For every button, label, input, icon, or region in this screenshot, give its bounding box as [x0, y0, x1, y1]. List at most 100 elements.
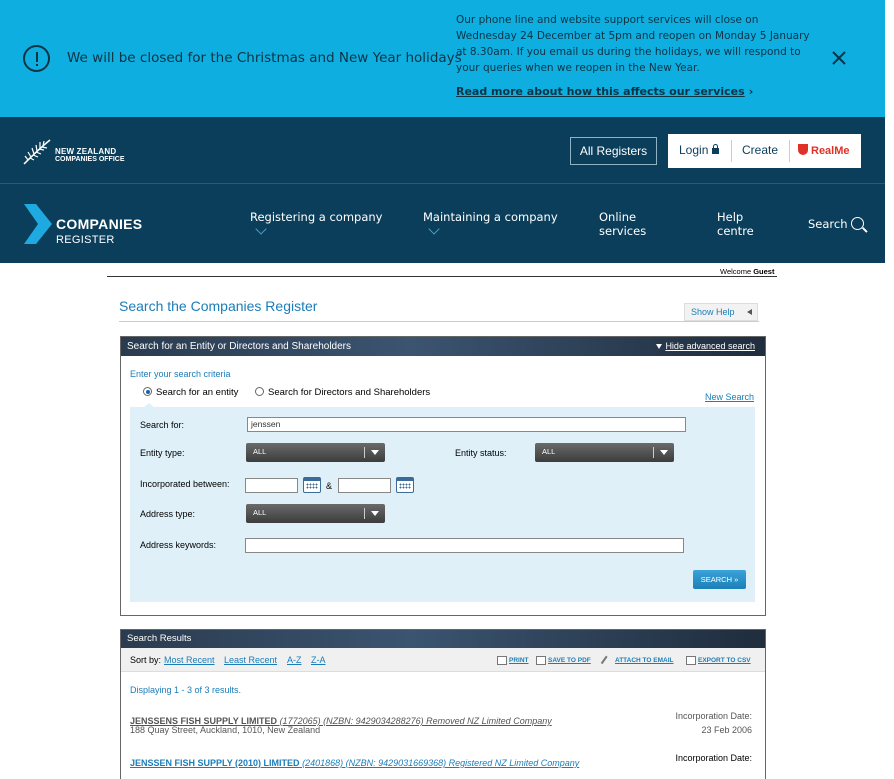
show-help-label: Show Help	[691, 307, 735, 317]
incorporated-to-input[interactable]	[338, 478, 391, 493]
address-type-value: ALL	[253, 508, 267, 517]
new-search-link[interactable]: New Search	[705, 392, 754, 402]
welcome-prefix: Welcome	[720, 267, 752, 276]
save-to-pdf-link[interactable]: SAVE TO PDF	[548, 657, 591, 664]
divider	[789, 140, 790, 162]
dropdown-arrow-icon	[371, 511, 379, 516]
fern-icon	[23, 139, 51, 165]
radio-search-entity[interactable]: Search for an entity	[143, 387, 238, 398]
alert-icon	[23, 45, 50, 72]
divider	[119, 321, 759, 322]
radio-directors-label: Search for Directors and Shareholders	[268, 387, 431, 398]
incorporated-from-input[interactable]	[245, 478, 298, 493]
all-registers-button[interactable]: All Registers	[570, 137, 657, 165]
search-icon[interactable]	[851, 217, 864, 230]
search-for-input[interactable]: jenssen	[247, 417, 686, 432]
divider	[364, 447, 365, 458]
logo-line-2: COMPANIES OFFICE	[55, 156, 125, 163]
entity-status-value: ALL	[542, 447, 556, 456]
banner-headline: We will be closed for the Christmas and …	[67, 50, 462, 66]
address-keywords-label: Address keywords:	[140, 540, 217, 550]
address-type-label: Address type:	[140, 509, 196, 519]
radio-button[interactable]	[255, 387, 265, 396]
nav-online-services[interactable]: Online services	[599, 210, 659, 238]
realme-label: RealMe	[811, 145, 850, 157]
search-panel-title: Search for an Entity or Directors and Sh…	[127, 341, 351, 352]
welcome-user: Guest	[753, 267, 775, 276]
logo-line-1: NEW ZEALAND	[55, 147, 117, 156]
result-row[interactable]: JENSSENS FISH SUPPLY LIMITED (1772065) (…	[130, 711, 755, 735]
result-name-link[interactable]: JENSSEN FISH SUPPLY (2010) LIMITED (2401…	[130, 758, 579, 768]
companies-register-logo[interactable]: COMPANIES REGISTER	[24, 204, 142, 249]
calendar-icon[interactable]	[303, 477, 321, 493]
print-link[interactable]: PRINT	[509, 657, 529, 664]
divider	[364, 508, 365, 519]
nav-registering-a-company[interactable]: Registering a company	[250, 210, 383, 224]
holiday-banner: We will be closed for the Christmas and …	[0, 0, 885, 117]
entity-type-label: Entity type:	[140, 448, 185, 458]
print-icon	[497, 656, 507, 665]
nav-help-centre[interactable]: Help centre	[717, 210, 762, 238]
read-more-text: Read more about how this affects our ser…	[456, 85, 745, 98]
hide-advanced-label: Hide advanced search	[665, 341, 755, 351]
incorporated-between-label: Incorporated between:	[140, 479, 230, 489]
read-more-link[interactable]: Read more about how this affects our ser…	[456, 85, 753, 98]
logo-title: COMPANIES	[56, 216, 143, 232]
entity-status-select[interactable]: ALL	[535, 443, 674, 462]
incorporation-date-label: Incorporation Date:	[675, 711, 752, 721]
sort-by-label: Sort by:	[130, 655, 162, 665]
create-button[interactable]: Create	[742, 143, 778, 157]
divider	[653, 447, 654, 458]
nav-maintaining-a-company[interactable]: Maintaining a company	[423, 210, 558, 224]
pdf-icon	[536, 656, 546, 665]
search-button[interactable]: SEARCH »	[693, 570, 746, 589]
dropdown-arrow-icon	[660, 450, 668, 455]
realme-logo[interactable]: RealMe	[798, 144, 850, 157]
realme-shield-icon	[798, 144, 808, 155]
company-details: (2401868) (NZBN: 9429031669368) Register…	[302, 758, 580, 768]
search-for-label: Search for:	[140, 420, 185, 430]
search-type-radios: Search for an entity Search for Director…	[143, 387, 430, 398]
address-type-select[interactable]: ALL	[246, 504, 385, 523]
search-results: Search Results Sort by: Most Recent Leas…	[120, 629, 766, 779]
hide-advanced-search-link[interactable]: Hide advanced search	[656, 337, 755, 356]
chevron-down-icon	[255, 223, 267, 235]
address-keywords-input[interactable]	[245, 538, 684, 553]
welcome-text: Welcome Guest	[720, 267, 774, 276]
criteria-heading: Enter your search criteria	[130, 369, 231, 379]
close-icon[interactable]	[829, 48, 849, 68]
sort-least-recent[interactable]: Least Recent	[224, 655, 277, 665]
login-box: Login Create RealMe	[668, 134, 861, 168]
entity-type-select[interactable]: ALL	[246, 443, 385, 462]
company-address: 188 Quay Street, Auckland, 1010, New Zea…	[130, 725, 321, 735]
show-help-button[interactable]: Show Help	[684, 303, 758, 321]
attach-to-email-link[interactable]: ATTACH TO EMAIL	[615, 657, 674, 664]
nav-search[interactable]: Search	[808, 217, 848, 231]
sort-bar: Sort by: Most Recent Least Recent A-Z Z-…	[121, 648, 765, 672]
radio-button[interactable]	[143, 387, 152, 396]
chevron-down-icon	[428, 223, 440, 235]
results-header: Search Results	[121, 630, 765, 648]
company-name: JENSSEN FISH SUPPLY (2010) LIMITED	[130, 758, 300, 768]
caret-down-icon	[656, 344, 663, 349]
entity-type-value: ALL	[253, 447, 267, 456]
search-panel-header: Search for an Entity or Directors and Sh…	[121, 337, 765, 356]
incorporation-date: 23 Feb 2006	[701, 725, 752, 735]
radio-entity-label: Search for an entity	[156, 387, 239, 398]
login-label: Login	[679, 143, 709, 157]
login-button[interactable]: Login	[679, 143, 720, 157]
company-details: (1772065) (NZBN: 9429034288276) Removed …	[279, 716, 552, 726]
radio-search-directors[interactable]: Search for Directors and Shareholders	[255, 387, 430, 398]
sort-z-a[interactable]: Z-A	[311, 655, 326, 665]
lock-icon	[712, 144, 720, 154]
nz-companies-office-logo[interactable]: NEW ZEALAND COMPANIES OFFICE	[22, 136, 132, 166]
ampersand: &	[326, 481, 333, 491]
result-row[interactable]: JENSSEN FISH SUPPLY (2010) LIMITED (2401…	[130, 753, 755, 771]
calendar-icon[interactable]	[396, 477, 414, 493]
page-title: Search the Companies Register	[119, 298, 318, 314]
export-to-csv-link[interactable]: EXPORT TO CSV	[698, 657, 751, 664]
sort-most-recent[interactable]: Most Recent	[164, 655, 215, 665]
chevron-right-icon: ›	[748, 85, 754, 98]
caret-left-icon	[747, 309, 752, 315]
sort-a-z[interactable]: A-Z	[287, 655, 302, 665]
